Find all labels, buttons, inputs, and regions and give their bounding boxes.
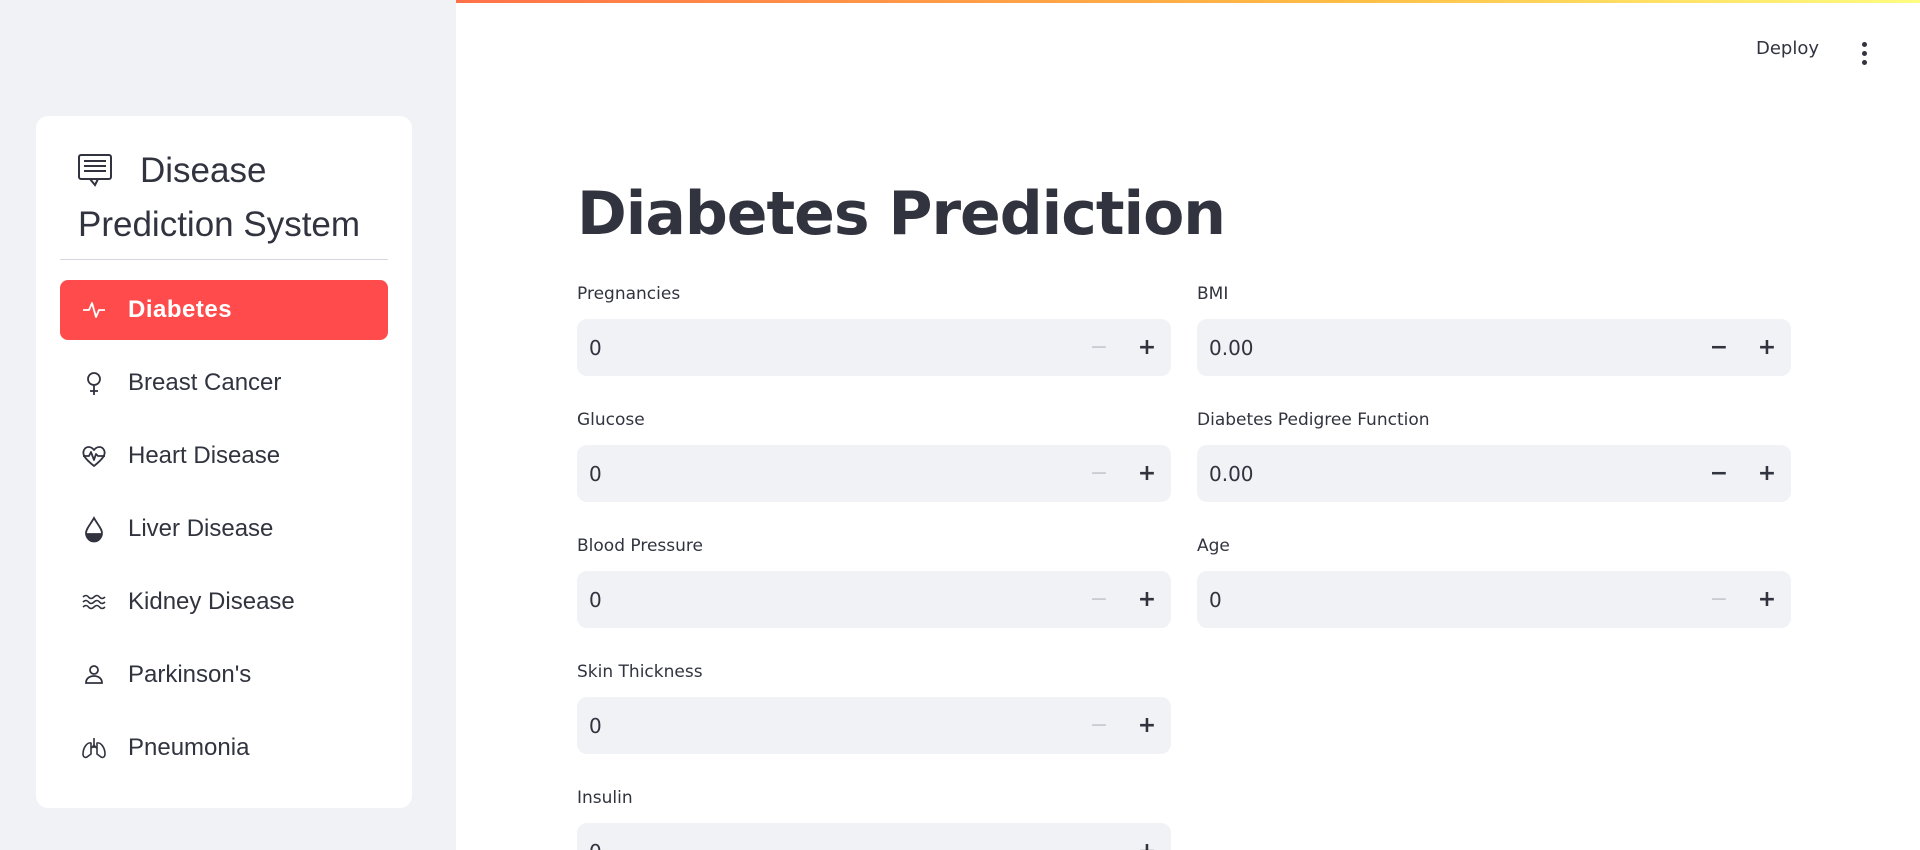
pregnancies-decrement-button[interactable]: −	[1075, 319, 1123, 376]
sidebar-item-parkinsons[interactable]: Parkinson's	[60, 645, 388, 705]
option-menu-header: Disease Prediction System	[36, 116, 412, 260]
skin-thickness-increment-button[interactable]: +	[1123, 697, 1171, 754]
sidebar-item-diabetes[interactable]: Diabetes	[60, 280, 388, 340]
sidebar-item-kidney-disease[interactable]: Kidney Disease	[60, 572, 388, 632]
sidebar-item-label: Heart Disease	[128, 442, 281, 469]
more-vertical-icon	[1861, 41, 1867, 47]
menu-title: Disease Prediction System	[78, 151, 361, 244]
blood-pressure-input-container: − +	[577, 571, 1171, 628]
pregnancies-input-container: − +	[577, 319, 1171, 376]
glucose-label: Glucose	[577, 410, 645, 430]
dpf-decrement-button[interactable]: −	[1695, 445, 1743, 502]
age-decrement-button[interactable]: −	[1695, 571, 1743, 628]
insulin-increment-button[interactable]: +	[1123, 823, 1171, 850]
droplet-icon	[80, 515, 108, 543]
sidebar-item-label: Pneumonia	[128, 734, 250, 761]
age-input-container: − +	[1197, 571, 1791, 628]
sidebar: Disease Prediction System Diabetes Breas…	[0, 0, 456, 850]
option-menu: Disease Prediction System Diabetes Breas…	[36, 116, 412, 808]
sidebar-item-breast-cancer[interactable]: Breast Cancer	[60, 353, 388, 413]
insulin-input-container: − +	[577, 823, 1171, 850]
skin-thickness-decrement-button[interactable]: −	[1075, 697, 1123, 754]
dpf-input-container: − +	[1197, 445, 1791, 502]
sidebar-item-label: Diabetes	[128, 296, 233, 323]
sidebar-item-label: Parkinson's	[128, 661, 252, 688]
bmi-decrement-button[interactable]: −	[1695, 319, 1743, 376]
bmi-increment-button[interactable]: +	[1743, 319, 1791, 376]
sidebar-item-label: Liver Disease	[128, 515, 274, 542]
age-increment-button[interactable]: +	[1743, 571, 1791, 628]
glucose-input-container: − +	[577, 445, 1171, 502]
deploy-button[interactable]: Deploy	[1756, 38, 1819, 68]
dpf-label: Diabetes Pedigree Function	[1197, 410, 1430, 430]
sidebar-item-label: Breast Cancer	[128, 369, 282, 396]
sidebar-item-heart-disease[interactable]: Heart Disease	[60, 426, 388, 486]
heart-pulse-icon	[80, 442, 108, 470]
main-menu-button[interactable]	[1856, 38, 1872, 68]
water-icon	[80, 588, 108, 616]
blood-pressure-decrement-button[interactable]: −	[1075, 571, 1123, 628]
bmi-input-container: − +	[1197, 319, 1791, 376]
age-input[interactable]	[1209, 571, 1679, 628]
insulin-input[interactable]	[589, 823, 1059, 850]
glucose-input[interactable]	[589, 445, 1059, 502]
pregnancies-increment-button[interactable]: +	[1123, 319, 1171, 376]
skin-thickness-input[interactable]	[589, 697, 1059, 754]
bmi-label: BMI	[1197, 284, 1229, 304]
dpf-increment-button[interactable]: +	[1743, 445, 1791, 502]
insulin-decrement-button[interactable]: −	[1075, 823, 1123, 850]
pregnancies-label: Pregnancies	[577, 284, 681, 304]
pregnancies-input[interactable]	[589, 319, 1059, 376]
skin-thickness-label: Skin Thickness	[577, 662, 703, 682]
blood-pressure-input[interactable]	[589, 571, 1059, 628]
menu-divider	[60, 259, 388, 260]
glucose-increment-button[interactable]: +	[1123, 445, 1171, 502]
dpf-input[interactable]	[1209, 445, 1679, 502]
insulin-label: Insulin	[577, 788, 633, 808]
blood-pressure-label: Blood Pressure	[577, 536, 703, 556]
age-label: Age	[1197, 536, 1230, 556]
more-vertical-icon-dot	[1861, 50, 1867, 56]
person-icon	[80, 661, 108, 689]
glucose-decrement-button[interactable]: −	[1075, 445, 1123, 502]
skin-thickness-input-container: − +	[577, 697, 1171, 754]
more-vertical-icon-dot	[1861, 59, 1867, 65]
activity-icon	[80, 296, 108, 324]
sidebar-item-liver-disease[interactable]: Liver Disease	[60, 499, 388, 559]
female-icon	[80, 369, 108, 397]
sidebar-item-pneumonia[interactable]: Pneumonia	[60, 718, 388, 778]
sidebar-item-label: Kidney Disease	[128, 588, 295, 615]
lungs-icon	[80, 734, 108, 762]
bmi-input[interactable]	[1209, 319, 1679, 376]
blood-pressure-increment-button[interactable]: +	[1123, 571, 1171, 628]
page-title: Diabetes Prediction	[577, 179, 1226, 249]
